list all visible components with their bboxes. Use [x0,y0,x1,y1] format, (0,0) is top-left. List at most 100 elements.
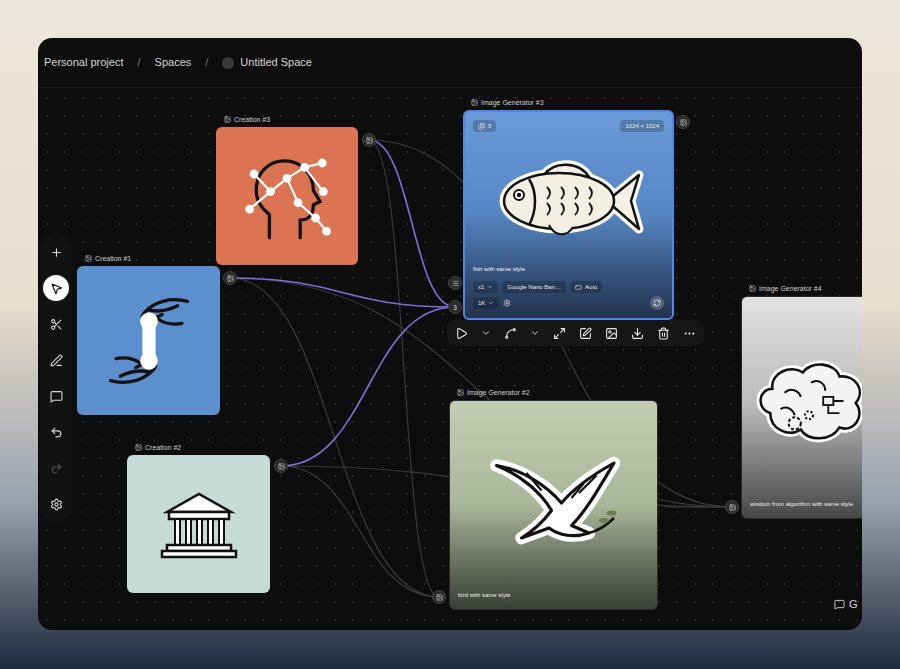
aspect-select[interactable]: Auto [570,281,602,293]
image-icon [457,389,464,396]
quantity-select[interactable]: x1 [473,281,498,293]
output-port[interactable] [223,271,237,285]
space-dot-icon [222,57,234,69]
input-port[interactable] [432,590,446,604]
breadcrumb-item[interactable]: Untitled Space [222,54,312,71]
image-icon [680,119,687,126]
generator-controls: x1 Google Nano Ban… Auto 1K [473,275,664,310]
image-count-badge[interactable]: 5 [473,120,496,132]
tool-button[interactable] [43,491,69,517]
list-icon [452,280,459,287]
image-icon [471,99,478,106]
generator-card[interactable]: wisdom from algorithm with same style [741,296,862,519]
creation-card[interactable] [77,266,220,415]
fish-icon [489,149,649,249]
creation-node[interactable]: Creation #2 [127,443,270,593]
output-port[interactable] [676,115,690,129]
draw-icon [50,354,63,367]
expand-icon[interactable] [553,327,566,340]
app-window: Personal project / Spaces / Untitled Space Cr… [38,38,862,630]
settings-icon [50,498,63,511]
resolution-select[interactable]: 1K [473,297,499,309]
select-icon [50,282,63,295]
model-select[interactable]: Google Nano Ban… [502,281,566,293]
generator-top-bar: 5 1024 × 1024 [473,120,664,132]
image-icon[interactable] [605,327,618,340]
gear-icon[interactable] [503,299,511,307]
comments-button[interactable]: G [834,596,858,613]
creation-card[interactable] [127,455,270,593]
add-icon [50,246,63,259]
edit-icon[interactable] [579,327,592,340]
creation-node[interactable]: Creation #3 [216,115,358,265]
temple-icon [149,474,249,574]
undo-icon [50,426,63,439]
node-label: Image Generator #3 [463,98,674,107]
trash-icon[interactable] [657,327,670,340]
refresh-icon [653,299,661,307]
comment-icon [834,599,845,610]
page: Personal project / Spaces / Untitled Space Cr… [0,0,900,669]
generator-caption: bird with same style [458,591,649,601]
generator-node[interactable]: Image Generator #4 wisdom from algorithm … [741,284,862,519]
tool-button[interactable] [43,419,69,445]
image-icon [135,444,142,451]
breadcrumb: Personal project / Spaces / Untitled Space [38,38,862,88]
output-port[interactable] [362,133,376,147]
generated-image [458,409,649,591]
head-network-icon [232,141,342,251]
cut-icon [50,318,63,331]
chevron-icon [488,300,494,306]
generated-image [473,132,664,265]
node-label: Creation #3 [216,115,358,124]
node-label: Image Generator #4 [741,284,862,293]
image-icon [85,255,92,262]
image-icon [436,594,443,601]
output-port[interactable] [274,459,288,473]
image-icon [729,504,736,511]
node-toolbar [447,320,704,346]
redo-icon [50,462,63,475]
chevron-icon[interactable] [481,328,491,338]
creation-node[interactable]: Creation #1 [77,254,220,415]
breadcrumb-item[interactable]: Spaces [155,54,192,71]
tool-rail [40,233,72,523]
connect-icon[interactable] [504,327,517,340]
generator-card[interactable]: bird with same style [449,400,658,610]
generated-image [750,305,862,500]
image-icon [366,137,373,144]
generator-node[interactable]: Image Generator #2 bird with same style [449,388,658,610]
run-icon[interactable] [455,327,468,340]
generator-node[interactable]: Image Generator #351024 × 1024fish with … [463,98,674,320]
size-badge[interactable]: 1024 × 1024 [620,120,664,132]
breadcrumb-separator: / [205,54,208,71]
prompt-port[interactable] [448,276,462,290]
tool-button[interactable] [43,275,69,301]
tool-button[interactable] [43,347,69,373]
tool-button[interactable] [43,239,69,265]
node-label: Creation #1 [77,254,220,263]
creation-card[interactable] [216,127,358,265]
tool-button[interactable] [43,455,69,481]
generator-caption: wisdom from algorithm with same style [750,500,862,510]
image-icon [227,275,234,282]
regenerate-button[interactable] [650,296,664,310]
chevron-icon[interactable] [530,328,540,338]
generator-card[interactable]: 51024 × 1024fish with same stylex1Google… [463,110,674,320]
tool-button[interactable] [43,383,69,409]
tool-button[interactable] [43,311,69,337]
image-icon [224,116,231,123]
input-port[interactable] [725,500,739,514]
comment-icon [50,390,63,403]
more-icon[interactable] [683,327,696,340]
hands-icon [94,286,204,396]
download-icon[interactable] [631,327,644,340]
breadcrumb-separator: / [138,54,141,71]
chevron-icon [487,284,493,290]
bird-icon [479,438,629,563]
node-label: Creation #2 [127,443,270,452]
breadcrumb-item[interactable]: Personal project [44,54,124,71]
aspect-icon [575,284,582,291]
input-port[interactable]: 3 [448,300,462,314]
node-label: Image Generator #2 [449,388,658,397]
